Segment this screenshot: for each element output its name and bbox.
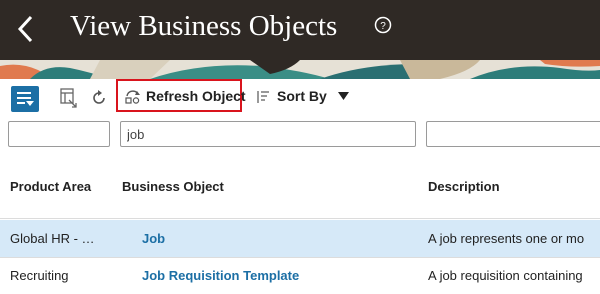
sort-by-label: Sort By [277,88,327,104]
detach-table-icon[interactable] [60,88,78,108]
business-object-filter-input[interactable] [120,121,416,147]
chevron-down-icon [338,92,349,100]
column-header-product-area[interactable]: Product Area [10,179,91,194]
table-row[interactable]: Recruiting Job Requisition Template A jo… [0,257,600,294]
sort-icon [257,91,269,103]
description-cell: A job requisition containing [428,268,583,283]
page-title: View Business Objects [70,10,338,42]
app-header: View Business Objects ? [0,0,600,60]
column-header-business-object[interactable]: Business Object [122,179,224,194]
product-area-cell: Recruiting [10,268,69,283]
refresh-object-button[interactable]: Refresh Object [116,79,246,112]
filter-panel-icon[interactable] [11,86,39,112]
business-object-link[interactable]: Job [142,231,165,246]
column-filter-row [0,116,600,156]
back-chevron-icon[interactable] [14,14,38,44]
description-cell: A job represents one or mo [428,231,585,246]
product-area-cell: Global HR - … [10,231,95,246]
table-row[interactable]: Global HR - … Job A job represents one o… [0,220,600,257]
svg-text:?: ? [380,21,386,32]
description-filter-input[interactable] [426,121,600,147]
decorative-banner [0,60,600,79]
product-area-filter-input[interactable] [8,121,110,147]
refresh-icon[interactable] [90,89,108,107]
refresh-object-icon [125,90,140,104]
column-header-description[interactable]: Description [428,179,500,194]
header-divider [0,218,600,219]
help-icon[interactable]: ? [374,16,392,34]
refresh-object-label: Refresh Object [146,88,246,104]
business-object-link[interactable]: Job Requisition Template [142,268,299,283]
